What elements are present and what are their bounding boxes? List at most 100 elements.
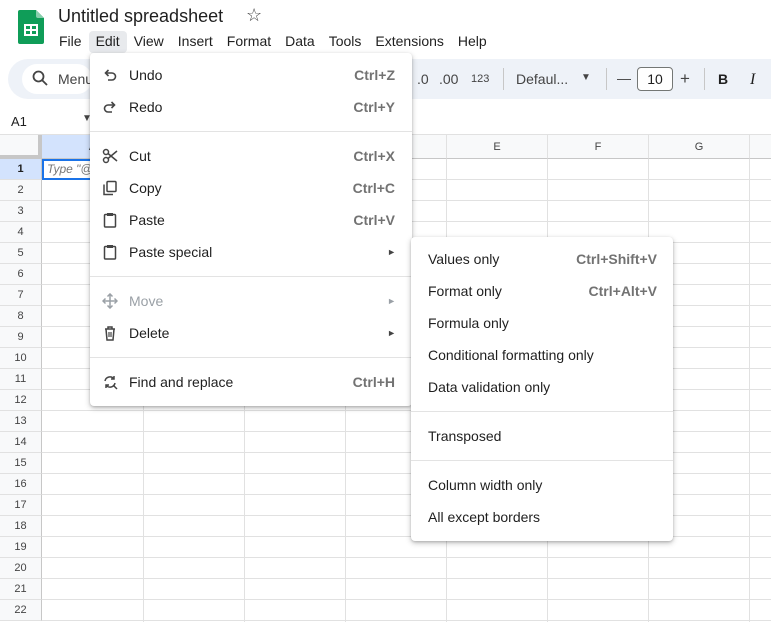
submenu-arrow-icon: ►: [387, 247, 396, 257]
row-header[interactable]: 17: [0, 495, 42, 516]
row-header[interactable]: 22: [0, 600, 42, 621]
row-header[interactable]: 13: [0, 411, 42, 432]
row-header[interactable]: 9: [0, 327, 42, 348]
row-header[interactable]: 1: [0, 159, 42, 180]
menu-extensions[interactable]: Extensions: [368, 31, 450, 53]
increase-font-size-button[interactable]: +: [680, 69, 690, 89]
row-header[interactable]: 2: [0, 180, 42, 201]
shortcut-label: Ctrl+Alt+V: [588, 283, 657, 299]
menu-view[interactable]: View: [127, 31, 171, 53]
clipboard-icon: [102, 244, 120, 260]
menu-item-all-except-borders[interactable]: All except borders: [411, 501, 673, 533]
menu-item-label: Format only: [428, 283, 502, 299]
menu-item-label: Copy: [129, 180, 162, 196]
menu-item-column-width-only[interactable]: Column width only: [411, 469, 673, 501]
row-header[interactable]: 18: [0, 516, 42, 537]
row-header[interactable]: 11: [0, 369, 42, 390]
menu-item-redo[interactable]: Redo Ctrl+Y: [90, 91, 412, 123]
grid-line: [42, 557, 771, 558]
star-icon[interactable]: ☆: [246, 5, 262, 26]
row-header[interactable]: 7: [0, 285, 42, 306]
menu-data[interactable]: Data: [278, 31, 322, 53]
menu-help[interactable]: Help: [451, 31, 494, 53]
menu-format[interactable]: Format: [220, 31, 278, 53]
row-header[interactable]: 6: [0, 264, 42, 285]
increase-decimal-button[interactable]: .00: [439, 71, 458, 87]
menu-item-move[interactable]: Move ►: [90, 285, 412, 317]
row-header[interactable]: 16: [0, 474, 42, 495]
menu-item-paste-special[interactable]: Paste special ►: [90, 236, 412, 268]
row-header[interactable]: 12: [0, 390, 42, 411]
number-format-button[interactable]: 123: [471, 73, 489, 85]
menu-divider: [411, 460, 673, 461]
shortcut-label: Ctrl+V: [353, 212, 395, 228]
menu-item-undo[interactable]: Undo Ctrl+Z: [90, 59, 412, 91]
row-header[interactable]: 20: [0, 558, 42, 579]
shortcut-label: Ctrl+Y: [353, 99, 395, 115]
menu-item-find-replace[interactable]: Find and replace Ctrl+H: [90, 366, 412, 398]
menu-insert[interactable]: Insert: [171, 31, 220, 53]
menu-item-label: Move: [129, 293, 164, 309]
column-header-g[interactable]: G: [649, 135, 750, 159]
name-box[interactable]: A1: [11, 114, 27, 129]
row-header[interactable]: 3: [0, 201, 42, 222]
menu-item-conditional-formatting-only[interactable]: Conditional formatting only: [411, 339, 673, 371]
menu-file[interactable]: File: [52, 31, 89, 53]
menu-item-label: Find and replace: [129, 374, 234, 390]
row-header[interactable]: 14: [0, 432, 42, 453]
menu-item-values-only[interactable]: Values only Ctrl+Shift+V: [411, 243, 673, 275]
select-all-corner[interactable]: [0, 135, 42, 159]
italic-button[interactable]: I: [750, 71, 755, 89]
menu-item-transposed[interactable]: Transposed: [411, 420, 673, 452]
grid-line: [42, 620, 771, 621]
grid-line: [42, 599, 771, 600]
menu-item-cut[interactable]: Cut Ctrl+X: [90, 140, 412, 172]
shortcut-label: Ctrl+H: [352, 374, 395, 390]
document-title[interactable]: Untitled spreadsheet: [58, 6, 223, 27]
column-header-e[interactable]: E: [447, 135, 548, 159]
shortcut-label: Ctrl+Shift+V: [576, 251, 657, 267]
column-header-h[interactable]: [750, 135, 771, 159]
column-header-f[interactable]: F: [548, 135, 649, 159]
menu-item-label: Conditional formatting only: [428, 347, 594, 363]
clipboard-icon: [102, 212, 120, 228]
row-header[interactable]: 15: [0, 453, 42, 474]
toolbar-divider: [503, 68, 504, 90]
menu-item-label: Undo: [129, 67, 163, 83]
menu-item-copy[interactable]: Copy Ctrl+C: [90, 172, 412, 204]
menu-divider: [90, 131, 412, 132]
menu-divider: [411, 411, 673, 412]
undo-icon: [102, 67, 120, 83]
menu-bar: File Edit View Insert Format Data Tools …: [52, 31, 494, 53]
menu-item-formula-only[interactable]: Formula only: [411, 307, 673, 339]
row-header[interactable]: 10: [0, 348, 42, 369]
menu-tools[interactable]: Tools: [322, 31, 369, 53]
menu-item-label: Data validation only: [428, 379, 551, 395]
menu-divider: [90, 276, 412, 277]
decrease-decimal-button[interactable]: .0: [417, 71, 429, 87]
font-size-input[interactable]: 10: [637, 67, 673, 91]
toolbar-divider: [704, 68, 705, 90]
submenu-arrow-icon: ►: [387, 328, 396, 338]
row-header[interactable]: 8: [0, 306, 42, 327]
font-family-select[interactable]: Defaul...: [516, 71, 568, 87]
font-dropdown-caret-icon[interactable]: ▼: [581, 72, 591, 83]
search-icon: [32, 70, 48, 86]
menu-divider: [90, 357, 412, 358]
row-header[interactable]: 21: [0, 579, 42, 600]
row-header[interactable]: 5: [0, 243, 42, 264]
shortcut-label: Ctrl+X: [353, 148, 395, 164]
menu-item-data-validation-only[interactable]: Data validation only: [411, 371, 673, 403]
menu-item-delete[interactable]: Delete ►: [90, 317, 412, 349]
sheets-logo-icon[interactable]: [18, 10, 44, 44]
menu-item-format-only[interactable]: Format only Ctrl+Alt+V: [411, 275, 673, 307]
trash-icon: [102, 325, 120, 341]
decrease-font-size-button[interactable]: —: [617, 70, 631, 86]
row-header[interactable]: 4: [0, 222, 42, 243]
shortcut-label: Ctrl+C: [352, 180, 395, 196]
menu-item-paste[interactable]: Paste Ctrl+V: [90, 204, 412, 236]
menu-edit[interactable]: Edit: [88, 31, 127, 53]
menu-item-label: Redo: [129, 99, 163, 115]
bold-button[interactable]: B: [718, 71, 728, 87]
row-header[interactable]: 19: [0, 537, 42, 558]
